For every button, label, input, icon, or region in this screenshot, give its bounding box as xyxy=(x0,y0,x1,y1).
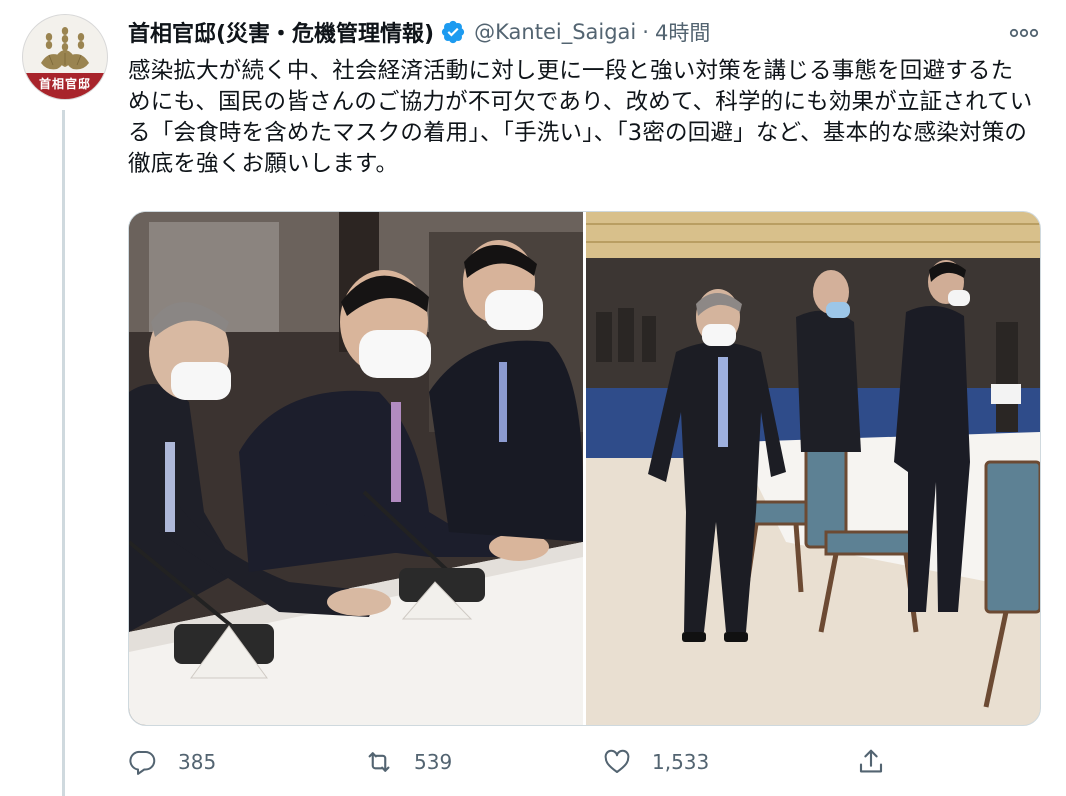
profile-avatar[interactable]: 首相官邸 xyxy=(22,14,108,100)
like-button[interactable]: 1,533 xyxy=(602,742,709,782)
share-button[interactable] xyxy=(856,742,906,782)
photo-meeting-table[interactable] xyxy=(129,212,583,725)
verified-badge-icon xyxy=(440,19,466,45)
tweet-header: 首相官邸(災害・危機管理情報) @Kantei_Saigai · 4時間 xyxy=(128,14,1038,50)
media-grid xyxy=(128,211,1041,726)
reply-button[interactable]: 385 xyxy=(128,742,216,782)
thread-line xyxy=(62,110,65,796)
reply-icon xyxy=(129,750,156,775)
photo-room-walk[interactable] xyxy=(586,212,1040,725)
retweet-button[interactable]: 539 xyxy=(364,742,452,782)
avatar-caption: 首相官邸 xyxy=(23,73,107,99)
tweet-card[interactable]: 首相官邸 首相官邸(災害・危機管理情報) @Kantei_Saigai · 4時… xyxy=(0,0,1066,796)
tweet-actions: 385 539 1,533 xyxy=(128,742,1038,782)
share-icon xyxy=(859,749,883,773)
display-name[interactable]: 首相官邸(災害・危機管理情報) xyxy=(128,16,434,48)
reply-count: 385 xyxy=(178,750,217,774)
user-handle[interactable]: @Kantei_Saigai xyxy=(474,20,636,44)
separator-dot: · xyxy=(642,20,649,44)
like-count: 1,533 xyxy=(652,750,710,774)
tweet-timestamp[interactable]: 4時間 xyxy=(655,17,710,47)
more-options-icon[interactable] xyxy=(1006,20,1042,46)
retweet-icon xyxy=(368,752,390,772)
tweet-text: 感染拡大が続く中、社会経済活動に対し更に一段と強い対策を講じる事態を回避するため… xyxy=(128,58,1033,177)
heart-icon xyxy=(604,749,630,773)
retweet-count: 539 xyxy=(414,750,453,774)
